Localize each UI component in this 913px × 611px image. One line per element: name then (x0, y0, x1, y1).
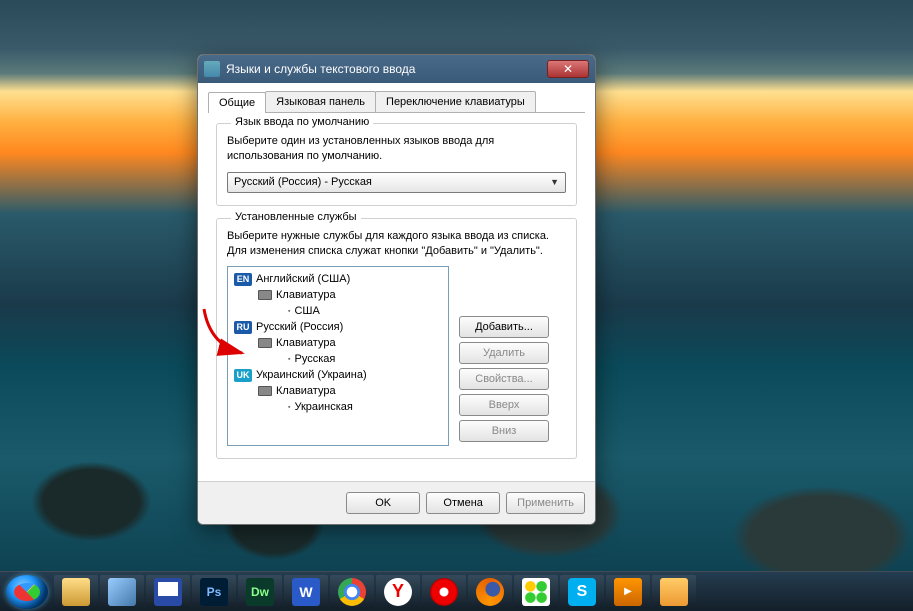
lang-badge: UK (234, 369, 252, 382)
icq-icon (522, 578, 550, 606)
start-button[interactable] (6, 575, 48, 609)
save-icon (154, 578, 182, 606)
window-icon (204, 61, 220, 77)
default-language-group: Язык ввода по умолчанию Выберите один из… (216, 123, 577, 206)
firefox-icon (476, 578, 504, 606)
desktop: Языки и службы текстового ввода ✕ ОбщиеЯ… (0, 0, 913, 611)
skype-icon: S (568, 578, 596, 606)
keyboard-label: Клавиатура (276, 289, 336, 301)
taskbar-icq[interactable] (514, 575, 558, 609)
group-title: Язык ввода по умолчанию (231, 116, 373, 128)
ok-button[interactable]: OK (346, 492, 420, 514)
taskbar-skype[interactable]: S (560, 575, 604, 609)
lang-badge: RU (234, 321, 252, 334)
group-hint: Выберите нужные службы для каждого языка… (227, 229, 566, 259)
move-down-button[interactable]: Вниз (459, 420, 549, 442)
installed-services-group: Установленные службы Выберите нужные слу… (216, 218, 577, 460)
explorer-icon (62, 578, 90, 606)
group-title: Установленные службы (231, 211, 361, 223)
keyboard-icon (258, 290, 272, 300)
keyboard-label: Клавиатура (276, 385, 336, 397)
media-player-icon (614, 578, 642, 606)
tree-keyboard-node[interactable]: Клавиатура (230, 383, 446, 399)
apply-button[interactable]: Применить (506, 492, 585, 514)
taskbar-explorer[interactable] (54, 575, 98, 609)
taskbar-media-player[interactable] (606, 575, 650, 609)
tab-strip: ОбщиеЯзыковая панельПереключение клавиат… (208, 91, 585, 113)
cancel-button[interactable]: Отмена (426, 492, 500, 514)
notepad-icon (108, 578, 136, 606)
tab-2[interactable]: Переключение клавиатуры (375, 91, 536, 112)
taskbar-yandex[interactable]: Y (376, 575, 420, 609)
word-icon: W (292, 578, 320, 606)
taskbar-firefox[interactable] (468, 575, 512, 609)
tree-layout-node[interactable]: Русская (230, 351, 446, 367)
chevron-down-icon: ▼ (550, 177, 559, 187)
yandex-icon: Y (384, 578, 412, 606)
dialog-footer: OK Отмена Применить (198, 481, 595, 524)
taskbar-notepad[interactable] (100, 575, 144, 609)
properties-button[interactable]: Свойства... (459, 368, 549, 390)
tab-1[interactable]: Языковая панель (265, 91, 376, 112)
add-button[interactable]: Добавить... (459, 316, 549, 338)
taskbar-lang-settings[interactable] (652, 575, 696, 609)
default-language-dropdown[interactable]: Русский (Россия) - Русская ▼ (227, 172, 566, 193)
group-hint: Выберите один из установленных языков вв… (227, 134, 566, 164)
move-up-button[interactable]: Вверх (459, 394, 549, 416)
taskbar: Ps Dw W Y S (0, 571, 913, 611)
remove-button[interactable]: Удалить (459, 342, 549, 364)
keyboard-label: Клавиатура (276, 337, 336, 349)
tab-0[interactable]: Общие (208, 92, 266, 113)
tree-layout-node[interactable]: США (230, 303, 446, 319)
lang-settings-icon (660, 578, 688, 606)
photoshop-icon: Ps (200, 578, 228, 606)
taskbar-save[interactable] (146, 575, 190, 609)
titlebar[interactable]: Языки и службы текстового ввода ✕ (198, 55, 595, 83)
taskbar-opera[interactable] (422, 575, 466, 609)
keyboard-icon (258, 338, 272, 348)
keyboard-icon (258, 386, 272, 396)
language-name: Русский (Россия) (256, 321, 343, 333)
tree-language-node[interactable]: EN Английский (США) (230, 271, 446, 287)
taskbar-chrome[interactable] (330, 575, 374, 609)
dropdown-value: Русский (Россия) - Русская (234, 176, 372, 188)
close-icon: ✕ (563, 62, 573, 76)
language-name: Английский (США) (256, 273, 350, 285)
languages-tree[interactable]: EN Английский (США) Клавиатура США RU Русский… (227, 266, 449, 446)
window-title: Языки и службы текстового ввода (226, 62, 415, 76)
taskbar-dreamweaver[interactable]: Dw (238, 575, 282, 609)
tree-layout-node[interactable]: Украинская (230, 399, 446, 415)
close-button[interactable]: ✕ (547, 60, 589, 78)
tree-language-node[interactable]: UK Украинский (Украина) (230, 367, 446, 383)
tree-keyboard-node[interactable]: Клавиатура (230, 287, 446, 303)
language-name: Украинский (Украина) (256, 369, 367, 381)
opera-icon (430, 578, 458, 606)
taskbar-word[interactable]: W (284, 575, 328, 609)
tree-language-node[interactable]: RU Русский (Россия) (230, 319, 446, 335)
chrome-icon (338, 578, 366, 606)
lang-services-dialog: Языки и службы текстового ввода ✕ ОбщиеЯ… (197, 54, 596, 525)
dreamweaver-icon: Dw (246, 578, 274, 606)
lang-badge: EN (234, 273, 252, 286)
tree-keyboard-node[interactable]: Клавиатура (230, 335, 446, 351)
taskbar-photoshop[interactable]: Ps (192, 575, 236, 609)
